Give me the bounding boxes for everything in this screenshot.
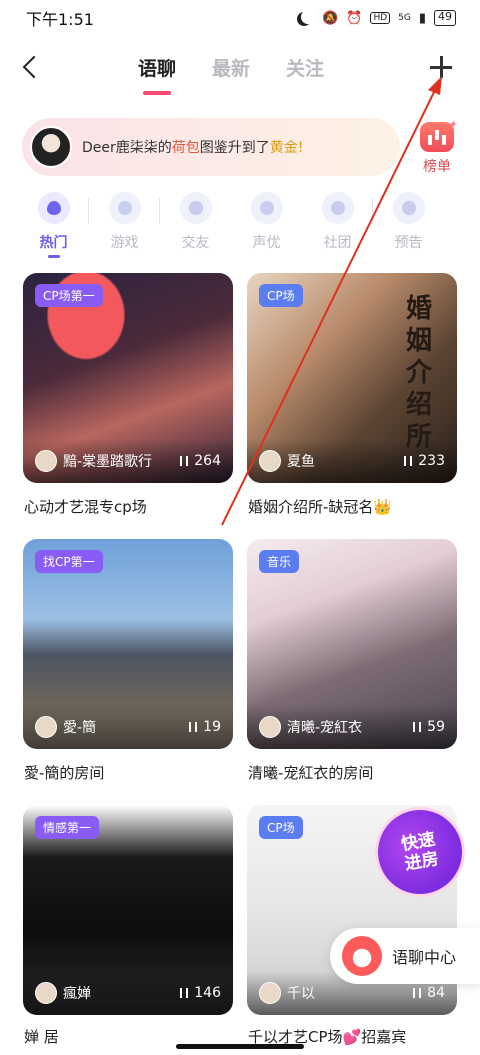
- listeners-icon: [413, 988, 422, 998]
- group-icon: [321, 192, 354, 224]
- notice-level: 黄金: [269, 140, 298, 156]
- category-voice-actor[interactable]: 声优: [231, 192, 302, 262]
- rank-button[interactable]: ✦ 榜单: [414, 118, 460, 178]
- room-footer: 瘋婵 146: [23, 971, 233, 1015]
- category-hot[interactable]: 热门: [18, 192, 89, 262]
- tab-follow[interactable]: 关注: [286, 54, 324, 81]
- voice-icon: [250, 192, 283, 224]
- listener-count: 233: [404, 453, 445, 469]
- room-footer: 清曦-宠紅衣 59: [247, 705, 457, 749]
- alarm-icon: ⏰: [346, 10, 363, 26]
- signal-icon: ▮: [418, 10, 426, 26]
- room-title[interactable]: 心动才艺混专cp场: [24, 496, 147, 517]
- listeners-icon: [180, 456, 189, 466]
- listeners-icon: [404, 456, 413, 466]
- chat-center-button[interactable]: 语聊中心: [330, 928, 480, 984]
- robot-icon: [342, 936, 382, 976]
- notice-item: 荷包: [171, 140, 200, 156]
- host-name: 夏鱼: [287, 454, 315, 470]
- room-card[interactable]: CP场第一 黯-棠墨踏歌行 264: [23, 273, 233, 483]
- cover-art-text: 婚姻介绍所: [405, 294, 432, 452]
- host-avatar: [35, 450, 57, 472]
- host-avatar: [259, 716, 281, 738]
- mute-icon: 🔕: [322, 10, 339, 26]
- flame-icon: [37, 192, 70, 224]
- top-tabs: 语聊 最新 关注: [138, 54, 324, 95]
- status-time: 下午1:51: [26, 10, 94, 29]
- room-card[interactable]: CP场 婚姻介绍所 夏鱼 233: [247, 273, 457, 483]
- sparkle-icon: ✦: [448, 118, 458, 131]
- listeners-icon: [180, 988, 189, 998]
- category-games[interactable]: 游戏: [89, 192, 160, 262]
- listeners-icon: [413, 722, 422, 732]
- room-title[interactable]: 清曦-宠紅衣的房间: [248, 762, 373, 783]
- room-badge: 音乐: [259, 550, 300, 573]
- room-title[interactable]: 婚姻介绍所-缺冠名👑: [248, 496, 392, 517]
- listeners-icon: [189, 722, 198, 732]
- quick-enter-label-bottom: 进房: [403, 849, 441, 875]
- rank-label: 榜单: [423, 159, 451, 175]
- host-avatar: [35, 982, 57, 1004]
- hd-icon: HD: [370, 12, 391, 24]
- host-name: 千以: [287, 986, 315, 1002]
- tab-chat[interactable]: 语聊: [138, 54, 176, 95]
- category-friends[interactable]: 交友: [160, 192, 231, 262]
- battery-level: 49: [434, 10, 456, 26]
- status-bar: 下午1:51 🔕 ⏰ HD 5G ▮ 49: [0, 0, 480, 36]
- room-badge: CP场: [259, 816, 303, 839]
- listener-count: 146: [180, 985, 221, 1001]
- friends-icon: [179, 192, 212, 224]
- listener-count: 59: [413, 719, 445, 735]
- home-indicator[interactable]: [176, 1044, 304, 1049]
- listener-count: 84: [413, 985, 445, 1001]
- avatar: [30, 126, 72, 168]
- host-name: 黯-棠墨踏歌行: [63, 454, 153, 470]
- host-avatar: [35, 716, 57, 738]
- category-preview[interactable]: 预告: [373, 192, 444, 262]
- room-title[interactable]: 愛-簡的房间: [24, 762, 104, 783]
- clock-icon: [392, 192, 425, 224]
- room-footer: 愛-簡 19: [23, 705, 233, 749]
- room-footer: 黯-棠墨踏歌行 264: [23, 439, 233, 483]
- listener-count: 264: [180, 453, 221, 469]
- room-badge: CP场: [259, 284, 303, 307]
- notice-text: Deer鹿柒柒的荷包图鉴升到了黄金!: [82, 140, 304, 156]
- gamepad-icon: [108, 192, 141, 224]
- listener-count: 19: [189, 719, 221, 735]
- moon-icon: [296, 11, 314, 25]
- chat-center-label: 语聊中心: [392, 948, 457, 967]
- room-badge: 找CP第一: [35, 550, 103, 573]
- room-card[interactable]: 音乐 清曦-宠紅衣 59: [247, 539, 457, 749]
- host-name: 愛-簡: [63, 720, 97, 736]
- status-icons: 🔕 ⏰ HD 5G ▮ 49: [296, 10, 456, 26]
- room-card[interactable]: 找CP第一 愛-簡 19: [23, 539, 233, 749]
- room-title[interactable]: 婵 居: [24, 1026, 59, 1047]
- category-bar: 热门 游戏 交友 声优 社团 预告: [18, 192, 458, 262]
- host-avatar: [259, 982, 281, 1004]
- network-label: 5G: [398, 13, 411, 23]
- host-avatar: [259, 450, 281, 472]
- tab-latest[interactable]: 最新: [212, 54, 250, 81]
- room-badge: 情感第一: [35, 816, 100, 839]
- host-name: 清曦-宠紅衣: [287, 720, 363, 736]
- plus-icon[interactable]: [428, 54, 454, 80]
- category-club[interactable]: 社团: [302, 192, 373, 262]
- notice-banner[interactable]: Deer鹿柒柒的荷包图鉴升到了黄金!: [22, 118, 400, 176]
- room-card[interactable]: 情感第一 瘋婵 146: [23, 805, 233, 1015]
- back-icon[interactable]: [20, 56, 42, 78]
- host-name: 瘋婵: [63, 986, 91, 1002]
- room-badge: CP场第一: [35, 284, 103, 307]
- top-nav: 语聊 最新 关注: [0, 36, 480, 102]
- room-footer: 夏鱼 233: [247, 439, 457, 483]
